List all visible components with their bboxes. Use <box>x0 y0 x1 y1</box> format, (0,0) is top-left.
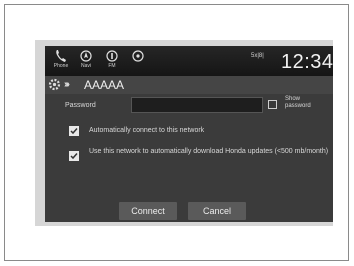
auto-connect-checkbox[interactable] <box>69 126 79 136</box>
nav-label-navi: Navi <box>80 63 91 69</box>
checkmark-icon <box>70 153 78 160</box>
voice-icon <box>132 50 144 62</box>
auto-update-checkbox[interactable] <box>69 151 79 161</box>
show-password-label: Show password <box>285 96 311 109</box>
nav-label-fm: FM <box>108 63 116 69</box>
fm-button[interactable]: FM <box>101 49 123 73</box>
navigation-icon <box>80 50 92 62</box>
connect-button[interactable]: Connect <box>119 202 177 220</box>
status-bar: Phone Navi FM 5x|8| 12:34 <box>45 46 333 76</box>
password-label: Password <box>65 102 96 109</box>
auto-connect-label: Automatically connect to this network <box>89 127 205 134</box>
breadcrumb-chevrons-icon: ››› <box>64 79 70 90</box>
nav-label-phone: Phone <box>53 63 69 69</box>
phone-icon <box>56 50 66 62</box>
wifi-password-screen: Phone Navi FM 5x|8| 12:34 ››› AAAAA Pass… <box>45 46 333 222</box>
show-password-checkbox[interactable] <box>268 100 277 109</box>
checkmark-icon <box>70 128 78 135</box>
clock: 12:34 <box>281 51 333 73</box>
voice-button[interactable] <box>127 49 149 73</box>
password-input[interactable] <box>131 97 263 113</box>
signal-status: 5x|8| <box>251 53 264 59</box>
radio-icon <box>106 50 118 62</box>
gear-icon[interactable] <box>48 78 61 91</box>
navi-button[interactable]: Navi <box>75 49 97 73</box>
title-bar: ››› AAAAA <box>45 76 333 94</box>
phone-button[interactable]: Phone <box>50 49 72 73</box>
auto-update-label: Use this network to automatically downlo… <box>89 148 329 155</box>
cancel-button[interactable]: Cancel <box>188 202 246 220</box>
network-name-title: AAAAA <box>84 78 125 92</box>
